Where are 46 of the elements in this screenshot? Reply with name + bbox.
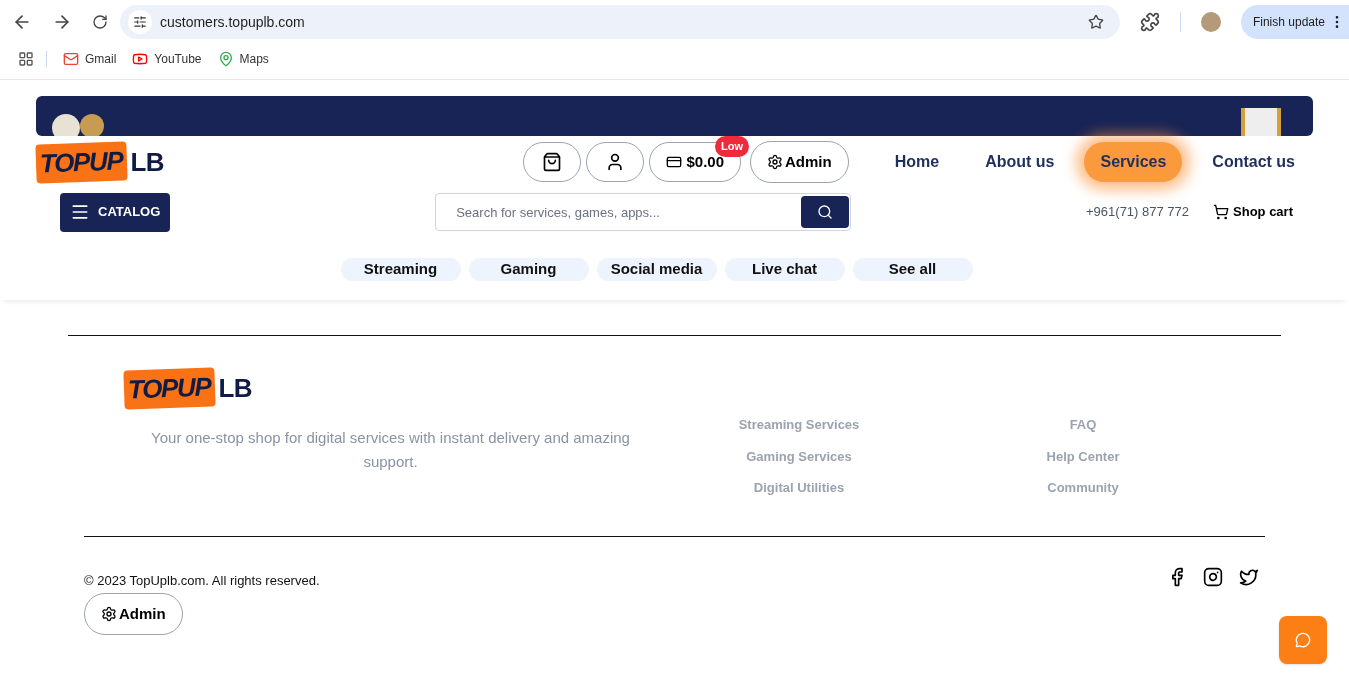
bookmark-link[interactable]: YouTube — [132, 50, 202, 68]
low-balance-badge: Low — [715, 136, 750, 157]
catalog-button[interactable]: CATALOG — [60, 192, 171, 232]
nav-link[interactable]: Home — [878, 142, 956, 182]
twitter-icon[interactable] — [1239, 566, 1259, 587]
copyright-text: © 2023 TopUplb.com. All rights reserved. — [84, 571, 320, 590]
search-button[interactable] — [801, 196, 850, 228]
menu-icon — [70, 202, 90, 222]
search-field[interactable]: Search for services, games, apps... — [435, 193, 852, 231]
site-settings-icon[interactable] — [133, 15, 147, 29]
bag-icon — [542, 152, 563, 172]
update-button[interactable]: Finish update — [1240, 5, 1349, 39]
instagram-icon[interactable] — [1203, 566, 1223, 587]
profile-avatar[interactable] — [1200, 12, 1221, 32]
settings-icon — [101, 606, 117, 622]
nav-link[interactable]: Services — [1084, 142, 1183, 182]
category-chip[interactable]: See all — [852, 258, 973, 281]
play-icon — [132, 51, 149, 67]
map-pin-icon — [217, 51, 234, 67]
url-text: customers.topuplb.com — [160, 12, 306, 32]
reload-icon[interactable] — [92, 14, 108, 30]
search-icon — [817, 204, 834, 220]
category-chip[interactable]: Social media — [596, 258, 717, 281]
category-chip[interactable]: Streaming — [340, 258, 461, 281]
chat-icon — [1295, 632, 1311, 648]
card-icon — [666, 154, 683, 170]
category-chip[interactable]: Live chat — [724, 258, 845, 281]
nav-link[interactable]: About us — [969, 142, 1071, 182]
settings-icon — [767, 154, 784, 170]
apps-icon[interactable] — [18, 51, 34, 67]
bookmark-link[interactable]: Maps — [217, 50, 269, 68]
footer-tagline: Your one-stop shop for digital services with instant delivery and amazing support. — [150, 428, 631, 472]
address-bar[interactable]: customers.topuplb.com — [120, 5, 1120, 39]
shop-cart-link[interactable]: Shop cart — [1213, 202, 1293, 222]
phone-number: +961(71) 877 772 — [1086, 203, 1190, 222]
extensions-icon[interactable] — [1139, 12, 1160, 32]
bookmark-link[interactable]: Gmail — [63, 50, 117, 68]
nav-link[interactable]: Contact us — [1196, 142, 1311, 182]
bookmark-star-icon[interactable] — [1087, 14, 1104, 30]
ornament-decoration — [52, 114, 104, 136]
cart-icon — [1213, 204, 1230, 220]
admin-button[interactable]: Admin — [750, 141, 849, 183]
gift-box-decoration — [1241, 108, 1281, 136]
mail-icon — [63, 51, 79, 67]
logo[interactable]: TOPUP LB — [124, 369, 657, 408]
category-chip[interactable]: Gaming — [468, 258, 589, 281]
